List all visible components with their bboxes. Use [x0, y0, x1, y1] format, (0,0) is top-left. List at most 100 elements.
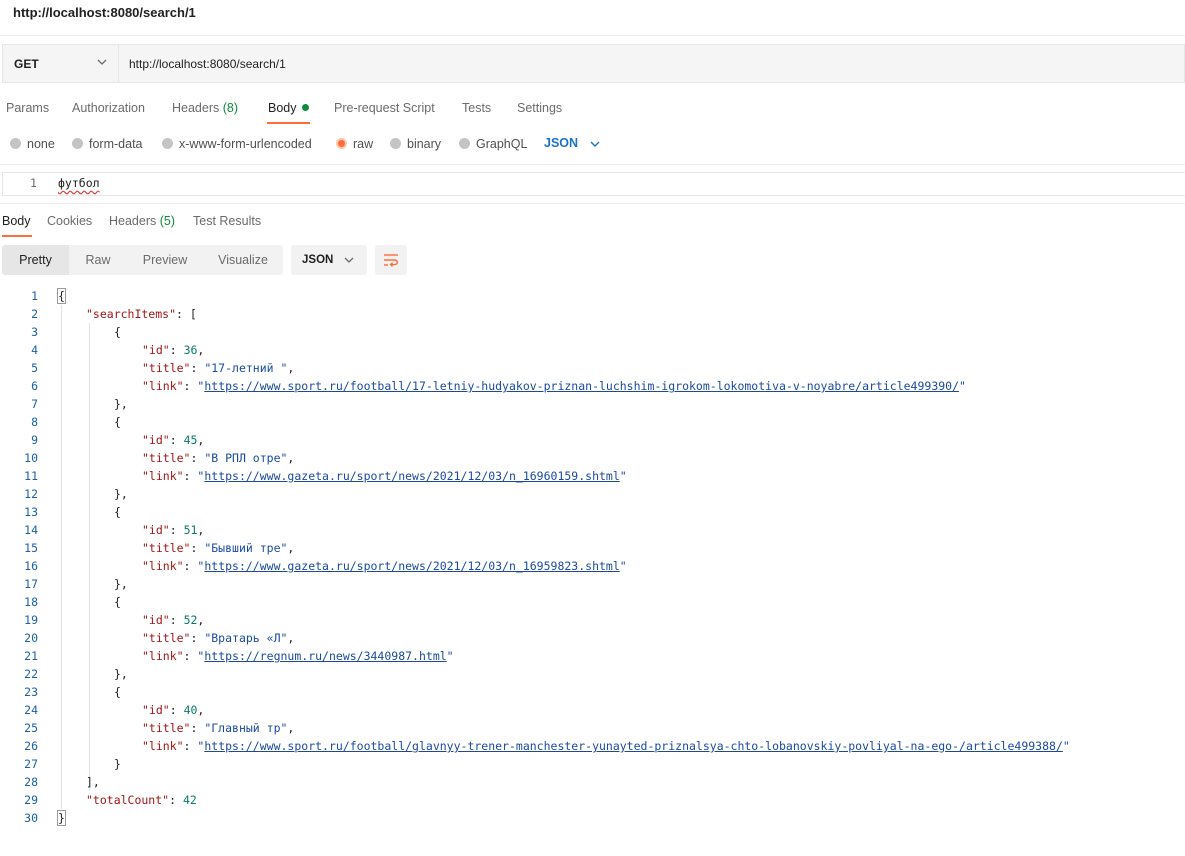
request-body-text[interactable]: футбол: [58, 176, 100, 190]
radio-label: binary: [407, 137, 442, 151]
line-number: 27: [24, 757, 38, 771]
response-tab-test-results[interactable]: Test Results: [193, 213, 261, 229]
code-token: :: [169, 343, 184, 357]
tab-headers[interactable]: Headers (8): [172, 100, 238, 116]
json-string: ": [959, 379, 966, 393]
radio-urlencoded[interactable]: x-www-form-urlencoded: [162, 136, 312, 152]
code-token: ,: [197, 343, 205, 357]
code-line: 25 "title": "Главный тр",: [0, 719, 1185, 737]
radio-label: raw: [353, 137, 374, 151]
json-number: 45: [183, 433, 198, 447]
tab-body[interactable]: Body: [268, 100, 309, 116]
line-number: 10: [24, 451, 38, 465]
response-link[interactable]: https://www.sport.ru/football/glavnyy-tr…: [204, 739, 1063, 753]
code-text: },: [114, 395, 128, 413]
code-token: ,: [287, 361, 295, 375]
json-key: "totalCount": [86, 793, 170, 807]
code-token: }: [114, 757, 121, 771]
radio-icon: [390, 138, 401, 149]
code-token: :: [169, 613, 184, 627]
code-text: ],: [86, 773, 100, 791]
code-token: ,: [197, 523, 205, 537]
divider: [0, 164, 1185, 165]
code-line: 2 "searchItems": [: [0, 305, 1185, 323]
response-link[interactable]: https://www.gazeta.ru/sport/news/2021/12…: [204, 559, 619, 573]
json-key: "link": [142, 739, 184, 753]
wrap-lines-button[interactable]: [375, 245, 407, 275]
response-tab-cookies[interactable]: Cookies: [47, 213, 92, 229]
view-preview-button[interactable]: Preview: [127, 245, 203, 275]
code-text: }: [114, 755, 121, 773]
code-line: 19 "id": 52,: [0, 611, 1185, 629]
view-pretty-button[interactable]: Pretty: [2, 245, 69, 275]
code-text: "id": 45,: [142, 431, 204, 449]
chevron-down-icon[interactable]: [589, 138, 601, 150]
line-number: 5: [31, 361, 38, 375]
code-token: ,: [197, 433, 205, 447]
radio-form-data[interactable]: form-data: [72, 136, 143, 152]
code-text: "id": 51,: [142, 521, 204, 539]
view-visualize-button[interactable]: Visualize: [203, 245, 283, 275]
code-line: 26 "link": "https://www.sport.ru/football…: [0, 737, 1185, 755]
code-token: {: [57, 288, 66, 304]
code-line: 24 "id": 40,: [0, 701, 1185, 719]
json-key: "title": [142, 451, 191, 465]
request-body-editor[interactable]: [2, 172, 1185, 196]
line-number: 1: [31, 289, 38, 303]
response-format-select[interactable]: JSON: [291, 245, 367, 275]
json-key: "title": [142, 721, 191, 735]
line-number: 11: [24, 469, 38, 483]
tab-params[interactable]: Params: [6, 100, 49, 116]
code-token: {: [114, 685, 121, 699]
line-number: 24: [24, 703, 38, 717]
response-link[interactable]: https://regnum.ru/news/3440987.html: [204, 649, 446, 663]
code-token: :: [183, 649, 198, 663]
json-key: "link": [142, 649, 184, 663]
json-key: "title": [142, 631, 191, 645]
code-line: 27}: [0, 755, 1185, 773]
json-key: "link": [142, 469, 184, 483]
tab-tests[interactable]: Tests: [462, 100, 491, 116]
line-number: 14: [24, 523, 38, 537]
code-line: 20 "title": "Вратарь «Л",: [0, 629, 1185, 647]
line-number: 7: [31, 397, 38, 411]
view-raw-button[interactable]: Raw: [69, 245, 127, 275]
radio-none[interactable]: none: [10, 136, 55, 152]
radio-raw[interactable]: raw: [336, 136, 373, 152]
code-text: {: [114, 323, 121, 341]
code-token: }: [57, 810, 66, 826]
code-line: 21 "link": "https://regnum.ru/news/344098…: [0, 647, 1185, 665]
code-token: ,: [287, 451, 295, 465]
tab-settings[interactable]: Settings: [517, 100, 562, 116]
code-token: {: [114, 325, 121, 339]
code-text: "totalCount": 42: [86, 791, 197, 809]
json-number: 36: [183, 343, 198, 357]
code-token: {: [114, 415, 121, 429]
code-token: {: [114, 505, 121, 519]
code-token: ,: [287, 631, 295, 645]
code-line: 8{: [0, 413, 1185, 431]
response-link[interactable]: https://www.gazeta.ru/sport/news/2021/12…: [204, 469, 619, 483]
divider: [0, 203, 1185, 204]
tab-pre-request-script[interactable]: Pre-request Script: [334, 100, 435, 116]
json-key: "id": [142, 613, 170, 627]
radio-binary[interactable]: binary: [390, 136, 441, 152]
code-line: 17},: [0, 575, 1185, 593]
response-tab-headers[interactable]: Headers (5): [109, 213, 175, 229]
code-text: },: [114, 665, 128, 683]
code-line: 18 {: [0, 593, 1185, 611]
code-text: {: [57, 287, 66, 305]
method-select[interactable]: GET: [3, 45, 119, 82]
json-key: "id": [142, 523, 170, 537]
code-token: {: [114, 595, 121, 609]
active-tab-indicator: [267, 122, 310, 124]
radio-graphql[interactable]: GraphQL: [459, 136, 527, 152]
line-number: 18: [24, 595, 38, 609]
response-tab-body[interactable]: Body: [2, 213, 31, 229]
body-format-select[interactable]: JSON: [544, 136, 578, 150]
url-input[interactable]: http://localhost:8080/search/1: [129, 57, 286, 71]
response-link[interactable]: https://www.sport.ru/football/17-letniy-…: [204, 379, 959, 393]
tab-authorization[interactable]: Authorization: [72, 100, 145, 116]
line-number: 15: [24, 541, 38, 555]
radio-icon: [162, 138, 173, 149]
